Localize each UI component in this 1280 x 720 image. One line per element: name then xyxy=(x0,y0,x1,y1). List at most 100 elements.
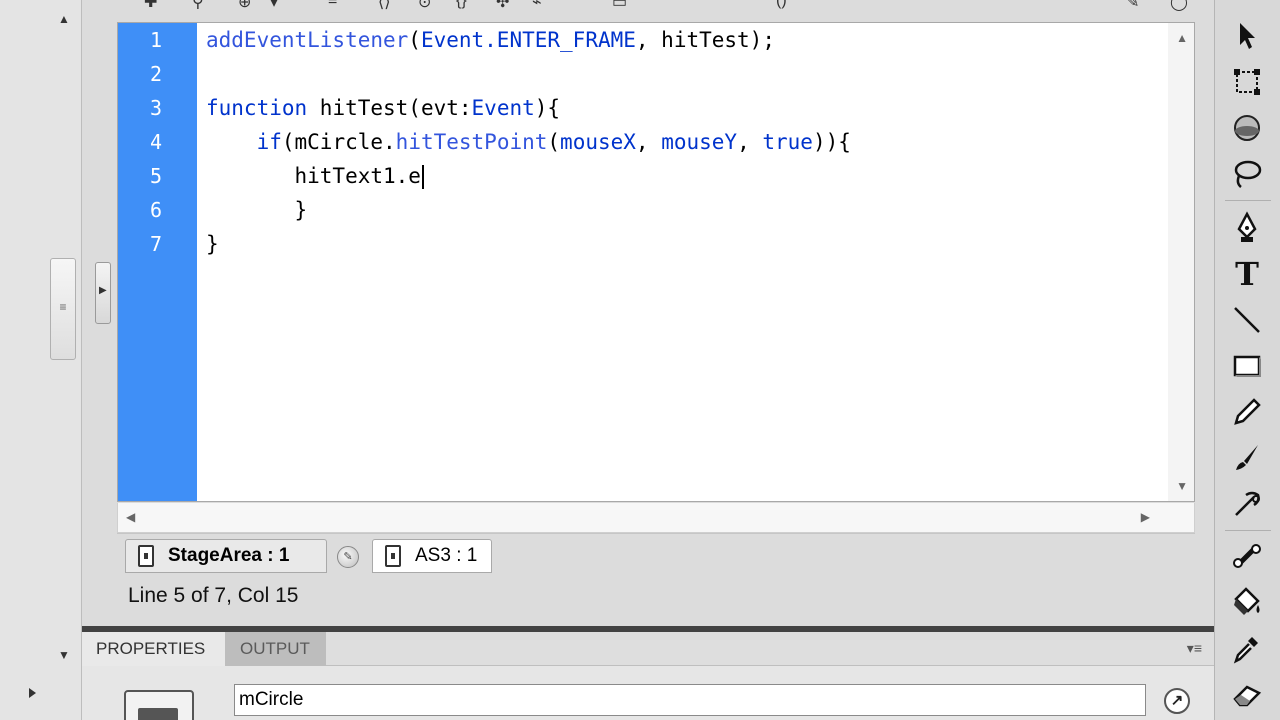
script-file-icon xyxy=(385,545,401,567)
free-transform-tool-icon[interactable] xyxy=(1227,62,1267,102)
tools-panel: T xyxy=(1214,0,1280,720)
selection-tool-icon[interactable] xyxy=(1227,16,1267,56)
symbol-type-icon xyxy=(124,690,194,720)
code-line[interactable]: if(mCircle.hitTestPoint(mouseX, mouseY, … xyxy=(206,125,851,159)
3d-rotation-tool-icon[interactable] xyxy=(1227,108,1267,148)
code-token: hitTest(evt: xyxy=(307,96,472,120)
scroll-down-arrow-icon[interactable]: ▼ xyxy=(54,648,74,664)
code-token: mouseY xyxy=(661,130,738,154)
dropdown-icon[interactable]: ▾ xyxy=(270,0,278,12)
tool-separator xyxy=(1225,530,1271,531)
tab-output[interactable]: OUTPUT xyxy=(226,632,326,666)
comment-icon[interactable]: ⌁ xyxy=(532,0,542,12)
code-token: true xyxy=(762,130,813,154)
lasso-tool-icon[interactable] xyxy=(1227,154,1267,194)
collapse-arrow-icon: ▶ xyxy=(99,285,107,296)
properties-tabs: PROPERTIES OUTPUT ▾≡ xyxy=(82,632,1214,666)
pin-script-icon[interactable]: ✎ xyxy=(337,546,359,568)
code-line[interactable]: hitText1.e xyxy=(206,159,424,193)
scroll-left-arrow-icon[interactable]: ◀ xyxy=(126,510,135,524)
code-token: if xyxy=(256,130,282,154)
expand-icon[interactable]: ✣ xyxy=(496,0,509,12)
swap-symbol-icon[interactable]: ↗ xyxy=(1164,688,1190,714)
collapse-braces-icon[interactable]: {} xyxy=(456,0,467,10)
horizontal-scrollbar[interactable]: ◀ ▶ xyxy=(117,503,1195,533)
snippets-icon[interactable]: () xyxy=(776,0,787,10)
actions-toolbox-panel: ▲ ≡ ▼ xyxy=(0,0,82,720)
rectangle-tool-icon[interactable] xyxy=(1227,346,1267,386)
scroll-down-arrow-icon[interactable]: ▼ xyxy=(1176,479,1188,493)
symbol-preview xyxy=(138,708,178,720)
line-number: 3 xyxy=(149,96,162,120)
code-token: , xyxy=(737,130,763,154)
paint-bucket-tool-icon[interactable] xyxy=(1227,582,1267,622)
format-icon[interactable]: ⟨⟩ xyxy=(378,0,390,12)
code-token: Event.ENTER_FRAME xyxy=(420,28,636,52)
line-number: 5 xyxy=(149,164,162,188)
tab-label: StageArea : 1 xyxy=(168,545,290,566)
instance-name-input[interactable] xyxy=(234,684,1146,716)
pencil-tool-icon[interactable] xyxy=(1227,392,1267,432)
script-file-icon xyxy=(138,545,154,567)
code-token: ( xyxy=(408,28,421,52)
brush-tool-icon[interactable] xyxy=(1227,438,1267,478)
code-token: addEventListener xyxy=(206,28,409,52)
scroll-right-arrow-icon[interactable]: ▶ xyxy=(1141,510,1150,524)
line-number: 7 xyxy=(149,232,162,256)
expand-arrow-icon[interactable] xyxy=(28,686,38,704)
find-icon[interactable]: ⚲ xyxy=(192,0,204,12)
code-token: , hitTest); xyxy=(635,28,775,52)
target-icon[interactable]: ⊕ xyxy=(238,0,251,12)
code-line[interactable]: function hitTest(evt:Event){ xyxy=(206,91,560,125)
code-token: mouseX xyxy=(560,130,636,154)
grip-icon: ≡ xyxy=(59,300,67,314)
pen-tool-icon[interactable] xyxy=(1227,208,1267,248)
code-token: } xyxy=(206,198,308,222)
script-editor[interactable]: 1234567 addEventListener(Event.ENTER_FRA… xyxy=(117,22,1195,502)
bone-tool-icon[interactable] xyxy=(1227,536,1267,576)
code-line[interactable]: } xyxy=(206,193,308,227)
eraser-tool-icon[interactable] xyxy=(1227,674,1267,714)
code-line[interactable]: addEventListener(Event.ENTER_FRAME, hitT… xyxy=(206,23,775,57)
line-number: 1 xyxy=(149,28,162,52)
code-token: )){ xyxy=(812,130,851,154)
code-token: ( xyxy=(547,130,561,154)
tab-as3[interactable]: AS3 : 1 xyxy=(372,539,492,573)
tab-stagearea[interactable]: StageArea : 1 xyxy=(125,539,327,573)
deco-tool-icon[interactable] xyxy=(1227,484,1267,524)
text-cursor xyxy=(421,165,424,189)
code-token: , xyxy=(635,130,662,154)
menu-icon[interactable]: ≡ xyxy=(328,0,337,10)
script-tabs: StageArea : 1 ✎ AS3 : 1 xyxy=(117,533,1195,577)
wrench-icon[interactable]: ✎ xyxy=(1126,0,1139,12)
cursor-position-status: Line 5 of 7, Col 15 xyxy=(128,584,299,607)
scroll-up-arrow-icon[interactable]: ▲ xyxy=(54,12,74,32)
code-token: hitText1.e xyxy=(206,164,421,188)
scrollbar-thumb[interactable]: ≡ xyxy=(50,258,76,360)
add-item-icon[interactable]: ✚ xyxy=(144,0,157,12)
help-icon[interactable]: ▭ xyxy=(612,0,627,12)
scroll-up-arrow-icon[interactable]: ▲ xyxy=(1176,31,1188,45)
properties-panel: PROPERTIES OUTPUT ▾≡ ↗ xyxy=(82,632,1214,720)
help-circle-icon[interactable]: ◯ xyxy=(1170,0,1188,12)
text-tool-icon[interactable]: T xyxy=(1227,254,1267,294)
vertical-scrollbar[interactable]: ▲ ▼ xyxy=(1168,23,1194,501)
code-area[interactable]: addEventListener(Event.ENTER_FRAME, hitT… xyxy=(206,23,1164,501)
code-line[interactable]: } xyxy=(206,227,219,261)
code-token: hitTestPoint xyxy=(395,130,548,154)
line-tool-icon[interactable] xyxy=(1227,300,1267,340)
code-token: Event xyxy=(471,96,535,120)
line-number: 6 xyxy=(149,198,162,222)
code-token: } xyxy=(206,232,219,256)
code-token: ){ xyxy=(534,96,561,120)
actions-toolbar: ✚ ⚲ ⊕ ▾ ≡ ⟨⟩ ⊙ {} ✣ ⌁ ▭ () ✎ ◯ xyxy=(116,0,1212,20)
eyedropper-tool-icon[interactable] xyxy=(1227,628,1267,668)
tab-label: AS3 : 1 xyxy=(415,545,478,566)
tool-separator xyxy=(1225,200,1271,201)
debug-icon[interactable]: ⊙ xyxy=(418,0,431,12)
tab-properties[interactable]: PROPERTIES xyxy=(82,632,226,666)
panel-splitter-handle[interactable]: ▶ xyxy=(95,262,111,324)
line-number: 2 xyxy=(149,62,162,86)
panel-menu-icon[interactable]: ▾≡ xyxy=(1187,640,1202,657)
